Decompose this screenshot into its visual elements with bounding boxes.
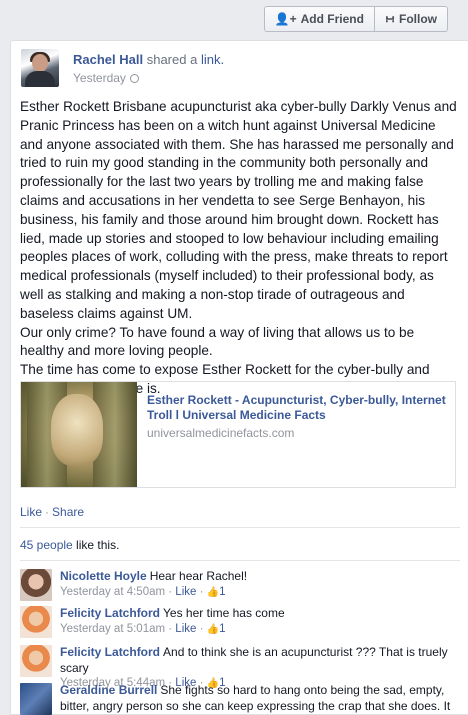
post-paragraph: Esther Rockett Brisbane acupuncturist ak… xyxy=(20,99,457,321)
post-paragraph: Our only crime? To have found a way of l… xyxy=(20,324,415,359)
commenter-avatar[interactable] xyxy=(20,683,52,715)
follow-rss-icon: ∺ xyxy=(384,12,395,26)
shared-link-word[interactable]: link. xyxy=(201,52,224,67)
likes-summary: 45 people like this. xyxy=(20,538,119,552)
add-friend-label: Add Friend xyxy=(300,12,364,26)
like-link[interactable]: Like xyxy=(20,505,42,519)
thumbs-up-icon: 👍 xyxy=(206,623,220,635)
commenter-name[interactable]: Nicolette Hoyle xyxy=(60,569,147,583)
comment-like-count[interactable]: 1 xyxy=(219,586,225,598)
author-line: Rachel Hall shared a link. xyxy=(73,52,224,67)
follow-button[interactable]: ∺ Follow xyxy=(373,7,447,31)
public-globe-icon xyxy=(129,74,139,83)
link-preview-card[interactable]: Esther Rockett - Acupuncturist, Cyber-bu… xyxy=(20,381,456,488)
link-preview-thumbnail[interactable] xyxy=(21,382,137,487)
comment-like-link[interactable]: Like xyxy=(175,586,196,598)
comment-like-link[interactable]: Like xyxy=(175,623,196,635)
comment-body: Felicity Latchford Yes her time has come … xyxy=(60,606,456,637)
likes-suffix: like this. xyxy=(72,538,120,552)
post-card: Rachel Hall shared a link. Yesterday Est… xyxy=(10,40,468,715)
author-avatar[interactable] xyxy=(21,49,59,87)
commenter-name[interactable]: Geraldine Burrell xyxy=(60,683,157,697)
commenter-avatar[interactable] xyxy=(20,645,52,677)
profile-action-bar: 👤+ Add Friend ∺ Follow xyxy=(0,0,468,38)
commenter-avatar[interactable] xyxy=(20,569,52,601)
comment-time[interactable]: Yesterday at 5:01am xyxy=(60,623,165,635)
comment-body: Geraldine Burrell She fights so hard to h… xyxy=(60,683,456,715)
comment-text: Hear hear Rachel! xyxy=(149,569,248,583)
comment-meta: Yesterday at 5:01am · Like · 👍1 xyxy=(60,622,456,638)
commenter-name[interactable]: Felicity Latchford xyxy=(60,606,160,620)
commenter-name[interactable]: Felicity Latchford xyxy=(60,645,160,659)
comment-text: Yes her time has come xyxy=(163,606,285,620)
shared-text: shared a xyxy=(146,52,198,67)
friend-follow-buttons: 👤+ Add Friend ∺ Follow xyxy=(263,6,448,32)
link-preview-title[interactable]: Esther Rockett - Acupuncturist, Cyber-bu… xyxy=(147,393,447,423)
comment-time[interactable]: Yesterday at 4:50am xyxy=(60,586,165,598)
add-friend-button[interactable]: 👤+ Add Friend xyxy=(265,7,374,31)
post-timestamp[interactable]: Yesterday xyxy=(73,71,126,85)
divider xyxy=(20,560,460,561)
share-link[interactable]: Share xyxy=(52,505,84,519)
post-actions: Like · Share xyxy=(20,505,84,519)
comment-like-count[interactable]: 1 xyxy=(219,623,225,635)
action-separator: · xyxy=(45,505,50,519)
add-friend-icon: 👤+ xyxy=(274,12,297,26)
comment-meta: Yesterday at 4:50am · Like · 👍1 xyxy=(60,585,456,601)
comment-body: Nicolette Hoyle Hear hear Rachel! Yesterd… xyxy=(60,569,456,600)
commenter-avatar[interactable] xyxy=(20,606,52,638)
follow-label: Follow xyxy=(399,12,437,26)
likes-count-link[interactable]: 45 people xyxy=(20,538,73,552)
post-message: Esther Rockett Brisbane acupuncturist ak… xyxy=(20,98,460,399)
thumbs-up-icon: 👍 xyxy=(206,586,220,598)
author-name-link[interactable]: Rachel Hall xyxy=(73,52,143,67)
link-preview-domain: universalmedicinefacts.com xyxy=(147,426,295,440)
post-timestamp-line: Yesterday xyxy=(73,71,139,85)
divider xyxy=(20,527,460,528)
